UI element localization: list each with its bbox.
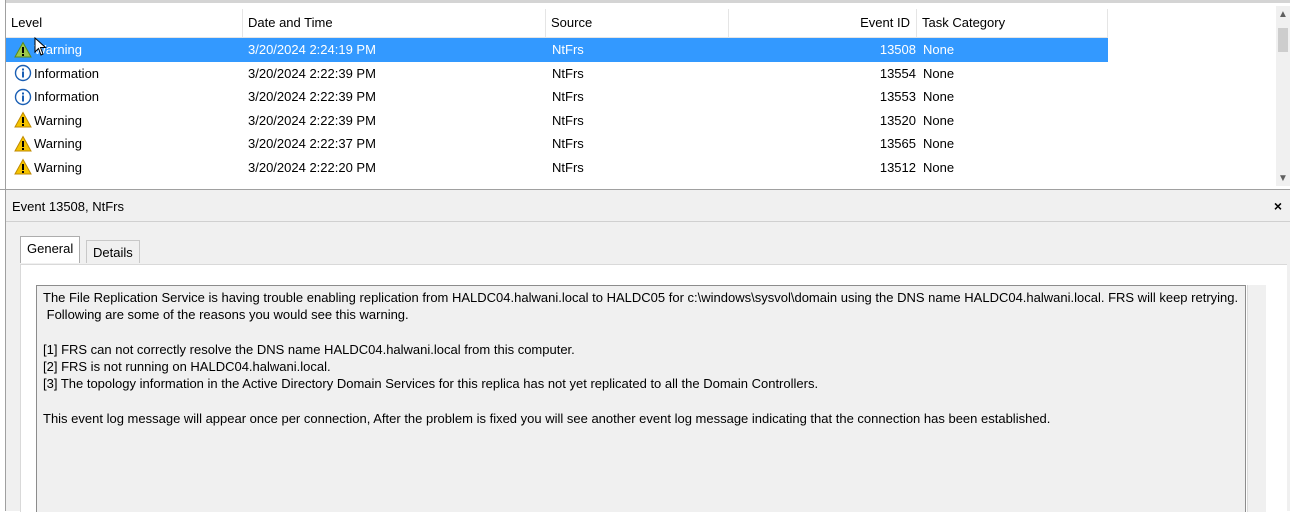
event-details-pane: Event 13508, NtFrs × General Details The…: [0, 189, 1290, 512]
cell-task-category: None: [923, 89, 955, 104]
cell-date-and-time: 3/20/2024 2:22:39 PM: [248, 112, 376, 128]
level-label: Warning: [34, 159, 82, 175]
cell-source: NtFrs: [552, 159, 584, 175]
level-label: Warning: [34, 136, 82, 151]
cell-event-id: 13508: [879, 42, 916, 57]
tab-general[interactable]: General: [20, 236, 81, 263]
cell-task-category: None: [923, 136, 955, 151]
warning-icon: [14, 41, 32, 59]
cell-event-id: 13565: [879, 136, 916, 151]
table-row[interactable]: Warning 3/20/2024 2:22:20 PM NtFrs 13512 Non…: [6, 156, 1108, 180]
list-scrollbar[interactable]: ▲ ▼: [1276, 6, 1290, 186]
table-row[interactable]: Warning 3/20/2024 2:24:19 PM NtFrs 13508 Non…: [6, 38, 1108, 62]
scroll-down-arrow-icon[interactable]: ▼: [1276, 172, 1290, 186]
level-label: Warning: [34, 112, 82, 128]
column-header-date-and-time[interactable]: Date and Time: [243, 9, 546, 37]
cell-event-id: 13553: [879, 89, 916, 104]
cell-level: Warning: [14, 38, 246, 61]
cell-task-category: None: [923, 159, 955, 175]
cell-date-and-time: 3/20/2024 2:22:20 PM: [248, 159, 376, 175]
event-list[interactable]: Level Date and Time Source Event ID Task…: [6, 6, 1290, 188]
scroll-up-arrow-icon[interactable]: ▲: [1276, 8, 1290, 22]
warning-icon: [14, 111, 32, 129]
table-row[interactable]: Information 3/20/2024 2:22:39 PM NtFrs 1355…: [6, 85, 1108, 109]
close-icon[interactable]: ×: [1270, 196, 1286, 216]
warning-icon: [14, 158, 32, 176]
information-icon: [14, 88, 32, 106]
list-top-border: [0, 0, 1290, 3]
cell-level: Information: [14, 62, 246, 85]
cell-source: NtFrs: [552, 65, 584, 81]
left-frame-lower: [0, 190, 6, 511]
event-rows: Warning 3/20/2024 2:24:19 PM NtFrs 13508 Non…: [6, 38, 1108, 179]
cell-level: Information: [14, 85, 246, 108]
general-tab-panel: The File Replication Service is having t…: [20, 264, 1287, 512]
cell-source: NtFrs: [552, 136, 584, 151]
information-icon: [14, 64, 32, 82]
column-header-event-id[interactable]: Event ID: [729, 9, 917, 37]
cell-task-category: None: [923, 65, 955, 81]
cell-source: NtFrs: [552, 42, 584, 57]
message-scrollbar[interactable]: [1247, 285, 1266, 512]
cell-date-and-time: 3/20/2024 2:22:39 PM: [248, 65, 376, 81]
cell-level: Warning: [14, 109, 246, 132]
warning-icon: [14, 135, 32, 153]
level-label: Information: [34, 89, 100, 104]
cell-level: Warning: [14, 132, 246, 155]
list-header: Level Date and Time Source Event ID Task…: [6, 9, 1108, 38]
cell-date-and-time: 3/20/2024 2:22:37 PM: [248, 136, 376, 151]
column-header-task-category[interactable]: Task Category: [917, 9, 1108, 37]
cell-event-id: 13554: [879, 65, 916, 81]
scroll-thumb[interactable]: [1278, 28, 1288, 52]
cell-task-category: None: [923, 42, 955, 57]
mouse-cursor-icon: [34, 37, 47, 56]
table-row[interactable]: Information 3/20/2024 2:22:39 PM NtFrs 1355…: [6, 62, 1108, 86]
cell-event-id: 13512: [879, 159, 916, 175]
cell-level: Warning: [14, 156, 246, 179]
cell-task-category: None: [923, 112, 955, 128]
cell-date-and-time: 3/20/2024 2:24:19 PM: [248, 42, 376, 57]
column-header-source[interactable]: Source: [546, 9, 729, 37]
cell-source: NtFrs: [552, 89, 584, 104]
column-header-level[interactable]: Level: [6, 9, 243, 37]
table-row[interactable]: Warning 3/20/2024 2:22:37 PM NtFrs 13565 Non…: [6, 132, 1108, 156]
tab-details[interactable]: Details: [86, 240, 140, 263]
details-divider: [6, 221, 1290, 222]
cell-source: NtFrs: [552, 112, 584, 128]
event-message-text[interactable]: The File Replication Service is having t…: [36, 285, 1246, 512]
cell-event-id: 13520: [879, 112, 916, 128]
level-label: Information: [34, 65, 100, 81]
cell-date-and-time: 3/20/2024 2:22:39 PM: [248, 89, 376, 104]
table-row[interactable]: Warning 3/20/2024 2:22:39 PM NtFrs 13520 Non…: [6, 109, 1108, 133]
details-title: Event 13508, NtFrs: [12, 199, 124, 214]
